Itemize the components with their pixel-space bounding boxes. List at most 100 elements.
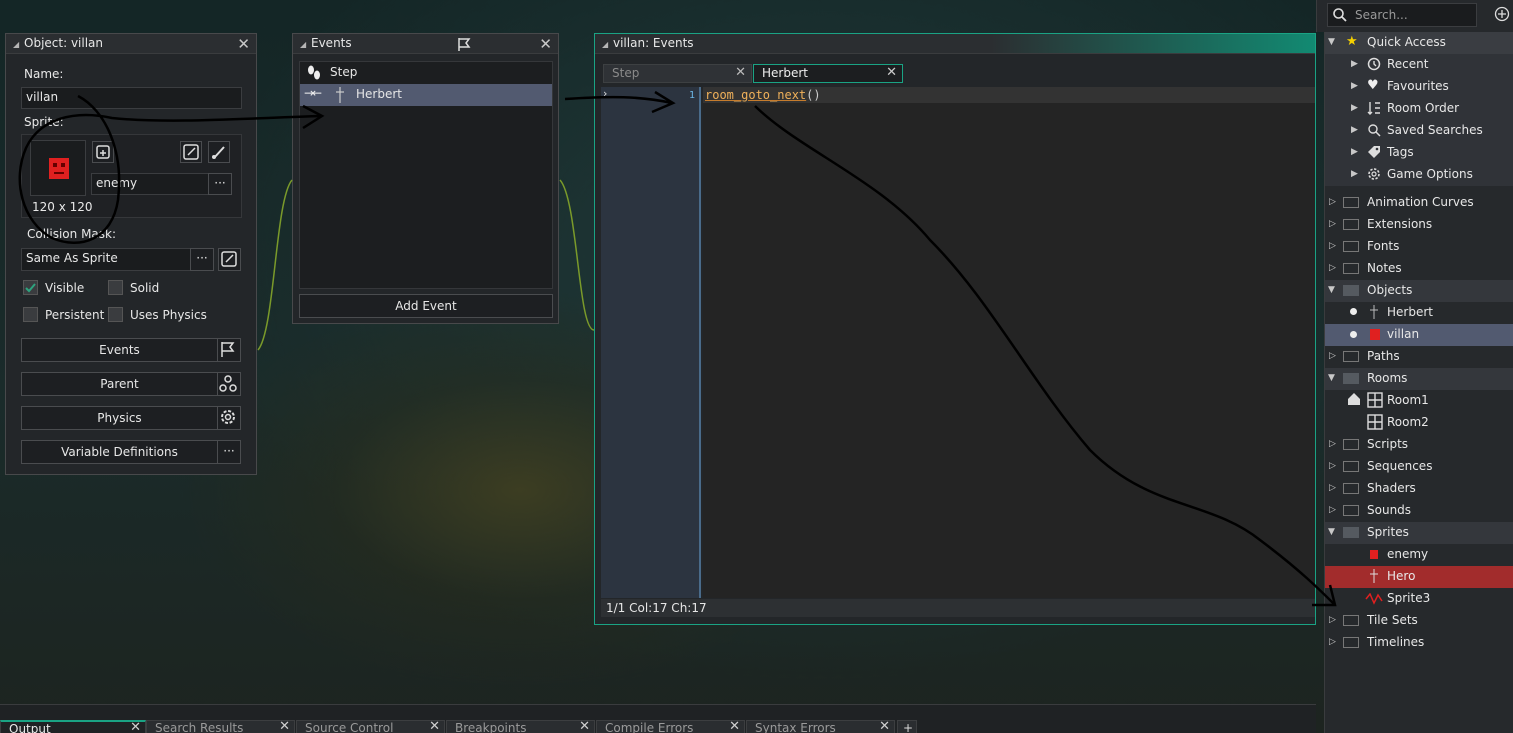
event-item-herbert[interactable]: →← Herbert — [300, 84, 552, 106]
sprite-browse-button[interactable]: ··· — [208, 173, 232, 195]
collapse-icon[interactable]: ◢ — [602, 40, 608, 49]
group-sequences[interactable]: ▷ Sequences — [1325, 456, 1513, 478]
collapsed-arrow-icon: ▷ — [1329, 263, 1336, 273]
expanded-arrow-icon: ▼ — [1328, 527, 1335, 537]
asset-label: Sprite3 — [1387, 591, 1431, 605]
tab-breakpoints[interactable]: Breakpoints ✕ — [446, 720, 595, 733]
uses-physics-checkbox[interactable] — [108, 307, 123, 322]
collision-browse-button[interactable]: ··· — [190, 248, 214, 271]
physics-button[interactable]: Physics — [21, 406, 218, 430]
quick-item-room-order[interactable]: ▶ Room Order — [1325, 98, 1513, 120]
collapsed-arrow-icon: ▷ — [1329, 505, 1336, 515]
asset-hero[interactable]: Hero — [1325, 566, 1513, 588]
folder-icon — [1343, 615, 1359, 626]
close-icon[interactable]: ✕ — [886, 65, 897, 80]
asset-room1[interactable]: Room1 — [1325, 390, 1513, 412]
add-event-button[interactable]: Add Event — [299, 294, 553, 318]
bullet-icon — [1350, 308, 1357, 315]
asset-sprite3[interactable]: Sprite3 — [1325, 588, 1513, 610]
asset-room2[interactable]: Room2 — [1325, 412, 1513, 434]
search-field[interactable]: Search... — [1327, 3, 1477, 27]
collision-mask-field[interactable]: Same As Sprite — [21, 248, 191, 271]
group-label: Tile Sets — [1367, 613, 1418, 627]
close-icon[interactable]: ✕ — [729, 721, 740, 733]
parent-icon-button[interactable] — [217, 372, 241, 396]
asset-herbert[interactable]: Herbert — [1325, 302, 1513, 324]
variable-definitions-button[interactable]: Variable Definitions — [21, 440, 218, 464]
asset-enemy[interactable]: enemy — [1325, 544, 1513, 566]
close-icon[interactable]: ✕ — [237, 35, 250, 53]
close-icon[interactable]: ✕ — [879, 721, 890, 733]
sprite-preview[interactable] — [30, 140, 86, 196]
group-objects[interactable]: ▼ Objects — [1325, 280, 1513, 302]
close-icon[interactable]: ✕ — [579, 721, 590, 733]
events-button[interactable]: Events — [21, 338, 218, 362]
close-icon[interactable]: ✕ — [279, 721, 290, 733]
solid-checkbox[interactable] — [108, 280, 123, 295]
edit-sprite-button[interactable] — [180, 141, 202, 163]
tab-step[interactable]: Step ✕ — [603, 64, 752, 83]
persistent-checkbox[interactable] — [23, 307, 38, 322]
group-tile-sets[interactable]: ▷ Tile Sets — [1325, 610, 1513, 632]
new-sprite-button[interactable] — [92, 141, 114, 163]
gear-icon — [221, 410, 235, 424]
paint-sprite-button[interactable] — [208, 141, 230, 163]
asset-villan[interactable]: villan — [1325, 324, 1513, 346]
tab-output[interactable]: Output ✕ — [0, 720, 146, 733]
object-panel-titlebar[interactable]: ◢ Object: villan ✕ — [6, 34, 256, 54]
connector-curve — [559, 179, 595, 331]
quick-item-recent[interactable]: ▶ Recent — [1325, 54, 1513, 76]
enemy-sprite-icon — [1370, 329, 1380, 340]
tab-compile-errors[interactable]: Compile Errors ✕ — [596, 720, 745, 733]
variable-definitions-more-button[interactable]: ··· — [217, 440, 241, 464]
tab-source-control[interactable]: Source Control ✕ — [296, 720, 445, 733]
tab-search-results[interactable]: Search Results ✕ — [146, 720, 295, 733]
add-tab-button[interactable]: + — [897, 720, 917, 733]
quick-item-game-options[interactable]: ▶ Game Options — [1325, 164, 1513, 186]
event-item-step[interactable]: Step — [300, 62, 552, 84]
physics-icon-button[interactable] — [217, 406, 241, 430]
group-sprites[interactable]: ▼ Sprites — [1325, 522, 1513, 544]
asset-tree: ▼ ★ Quick Access ▶ Recent ▶ ♥ Favourites ▶ R… — [1324, 32, 1513, 733]
code-area[interactable]: room_goto_next() — [703, 87, 1315, 598]
collapse-icon[interactable]: ◢ — [300, 40, 306, 49]
group-animation-curves[interactable]: ▷ Animation Curves — [1325, 192, 1513, 214]
visible-checkbox[interactable] — [23, 280, 38, 295]
group-extensions[interactable]: ▷ Extensions — [1325, 214, 1513, 236]
group-sounds[interactable]: ▷ Sounds — [1325, 500, 1513, 522]
events-icon-button[interactable] — [217, 338, 241, 362]
status-bar: 1/1 Col:17 Ch:17 — [601, 599, 1315, 617]
name-field[interactable]: villan — [21, 87, 242, 109]
quick-item-favourites[interactable]: ▶ ♥ Favourites — [1325, 76, 1513, 98]
asset-label: Room2 — [1387, 415, 1429, 429]
collision-edit-button[interactable] — [218, 248, 241, 271]
group-notes[interactable]: ▷ Notes — [1325, 258, 1513, 280]
close-icon[interactable]: ✕ — [429, 721, 440, 733]
tab-herbert[interactable]: Herbert ✕ — [753, 64, 903, 83]
room-order-icon — [1367, 101, 1381, 118]
add-icon[interactable] — [1494, 6, 1510, 25]
folder-icon — [1343, 219, 1359, 230]
close-icon[interactable]: ✕ — [735, 65, 746, 80]
code-editor-titlebar[interactable]: ◢ villan: Events — [595, 34, 1315, 54]
group-rooms[interactable]: ▼ Rooms — [1325, 368, 1513, 390]
flag-icon[interactable] — [456, 36, 472, 55]
close-icon[interactable]: ✕ — [130, 722, 141, 733]
quick-item-saved-searches[interactable]: ▶ Saved Searches — [1325, 120, 1513, 142]
close-icon[interactable]: ✕ — [539, 35, 552, 53]
quick-item-tags[interactable]: ▶ Tags — [1325, 142, 1513, 164]
group-scripts[interactable]: ▷ Scripts — [1325, 434, 1513, 456]
brush-icon — [212, 146, 225, 159]
sprite-name-field[interactable]: enemy — [91, 173, 209, 195]
collapse-icon[interactable]: ◢ — [13, 40, 19, 49]
group-paths[interactable]: ▷ Paths — [1325, 346, 1513, 368]
parent-button[interactable]: Parent — [21, 372, 218, 396]
group-fonts[interactable]: ▷ Fonts — [1325, 236, 1513, 258]
events-panel-titlebar[interactable]: ◢ Events ✕ — [293, 34, 558, 54]
star-icon: ★ — [1346, 34, 1358, 49]
group-timelines[interactable]: ▷ Timelines — [1325, 632, 1513, 654]
quick-access-row[interactable]: ▼ ★ Quick Access — [1325, 32, 1513, 54]
group-shaders[interactable]: ▷ Shaders — [1325, 478, 1513, 500]
group-label: Shaders — [1367, 481, 1416, 495]
tab-syntax-errors[interactable]: Syntax Errors ✕ — [746, 720, 895, 733]
